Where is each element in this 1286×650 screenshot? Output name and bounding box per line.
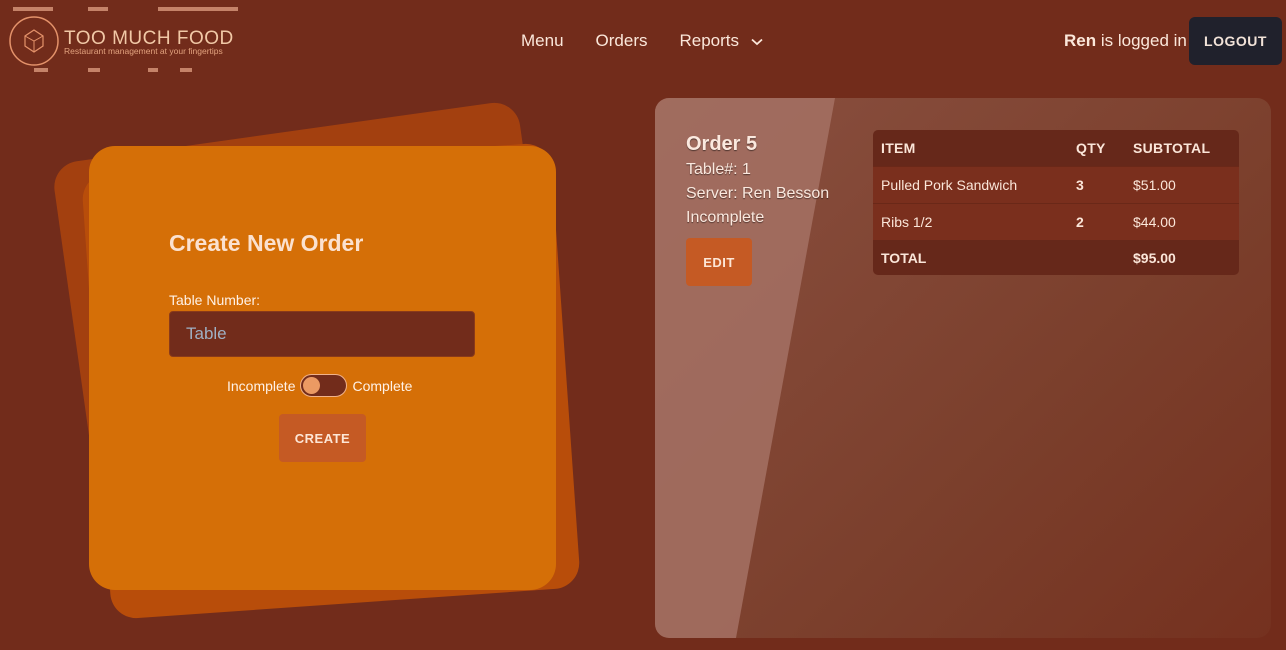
create-order-title: Create New Order xyxy=(169,230,364,256)
column-header-subtotal: SUBTOTAL xyxy=(1133,139,1211,156)
table-number-label: Table Number: xyxy=(169,292,261,308)
status-toggle-row: Incomplete Complete xyxy=(227,374,412,397)
item-subtotal: $51.00 xyxy=(1133,176,1176,193)
table-row: Pulled Pork Sandwich 3 $51.00 xyxy=(873,166,1239,203)
item-qty: 3 xyxy=(1076,176,1084,193)
main-nav: Menu Orders Reports xyxy=(521,31,795,51)
toggle-knob xyxy=(303,377,321,394)
brand-tagline: Restaurant management at your fingertips xyxy=(64,46,223,56)
order-status: Incomplete xyxy=(686,209,765,226)
user-name: Ren xyxy=(1064,31,1097,50)
order-table-number: Table#: 1 xyxy=(686,161,751,178)
total-spacer xyxy=(1068,240,1125,275)
toggle-complete-label: Complete xyxy=(352,377,413,394)
table-row: Ribs 1/2 2 $44.00 xyxy=(873,203,1239,240)
order-title: Order 5 xyxy=(686,133,758,155)
column-header-qty: QTY xyxy=(1076,139,1106,156)
item-name: Ribs 1/2 xyxy=(881,213,933,230)
edit-button[interactable]: EDIT xyxy=(686,238,752,286)
column-header-item: ITEM xyxy=(881,139,916,156)
logout-button[interactable]: LOGOUT xyxy=(1189,17,1282,65)
item-qty: 2 xyxy=(1076,213,1084,230)
login-status-text: is logged in xyxy=(1096,31,1187,50)
total-value: $95.00 xyxy=(1133,249,1176,266)
nav-reports-label: Reports xyxy=(679,31,740,50)
toggle-incomplete-label: Incomplete xyxy=(227,377,296,394)
table-number-input[interactable] xyxy=(169,311,475,357)
order-panel: Order 5 Table#: 1 Server: Ren Besson Inc… xyxy=(655,98,1271,638)
total-label: TOTAL xyxy=(881,249,927,266)
order-items-table: ITEM QTY SUBTOTAL Pulled Pork Sandwich 3… xyxy=(873,130,1239,275)
panel-sheen xyxy=(655,98,835,638)
total-row: TOTAL $95.00 xyxy=(873,240,1239,275)
nav-orders[interactable]: Orders xyxy=(596,31,648,51)
item-subtotal: $44.00 xyxy=(1133,213,1176,230)
item-name: Pulled Pork Sandwich xyxy=(881,176,1018,193)
status-toggle[interactable] xyxy=(300,374,348,397)
order-server: Server: Ren Besson xyxy=(686,185,830,202)
nav-reports[interactable]: Reports xyxy=(680,31,764,51)
login-status: Ren is logged in xyxy=(1064,31,1187,51)
nav-menu[interactable]: Menu xyxy=(521,31,564,51)
create-button[interactable]: CREATE xyxy=(279,414,366,462)
app-logo[interactable]: TOO MUCH FOOD Restaurant management at y… xyxy=(8,6,248,76)
chevron-down-icon xyxy=(751,31,763,51)
create-order-card: Create New Order Table Number: Incomplet… xyxy=(89,146,556,590)
table-header-row: ITEM QTY SUBTOTAL xyxy=(873,130,1239,166)
